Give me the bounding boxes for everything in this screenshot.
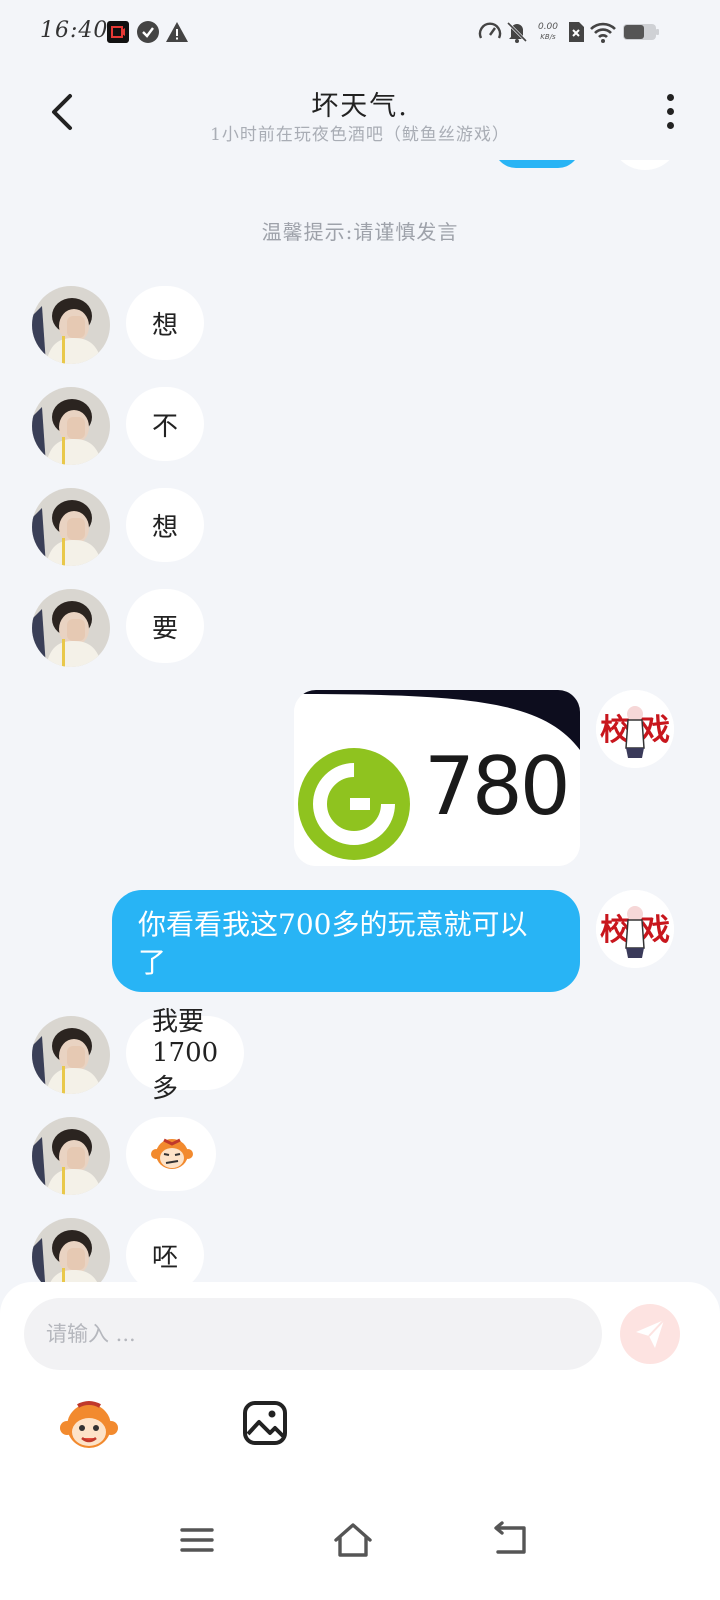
incoming-bubble[interactable]: 呸: [126, 1218, 205, 1292]
network-speed: 0.00 KB/s: [536, 22, 560, 42]
contact-status: 1小时前在玩夜色酒吧（鱿鱼丝游戏）: [210, 125, 510, 145]
image-button[interactable]: [242, 1400, 288, 1446]
menu-icon[interactable]: [174, 1520, 220, 1560]
speed-value: 0.00: [537, 22, 559, 32]
incoming-bubble[interactable]: 不: [126, 387, 205, 461]
contact-avatar[interactable]: [32, 1117, 110, 1195]
message-list[interactable]: 温馨提示:请谨慎发言 想 不 想 要 780 校 戏 你看看我这700多的玩意就…: [0, 160, 720, 1310]
outgoing-bubble[interactable]: 你看看我这700多的玩意就可以了: [112, 890, 580, 992]
check-circle-icon: [137, 21, 159, 43]
battery-icon: [623, 24, 659, 40]
monkey-face-sticker: [151, 1138, 193, 1169]
contact-avatar[interactable]: [32, 589, 110, 667]
status-time: 16:40: [40, 18, 109, 43]
my-avatar[interactable]: 校 戏: [596, 690, 674, 768]
image-message-number: 780: [424, 740, 571, 833]
wifi-icon: [590, 22, 616, 43]
my-avatar-partial: [610, 160, 680, 170]
bell-muted-icon: [506, 21, 528, 43]
send-icon: [636, 1319, 665, 1348]
sticker-bubble[interactable]: [126, 1117, 216, 1191]
outgoing-bubble-partial: [494, 160, 580, 168]
chat-header: 坏天气. 1小时前在玩夜色酒吧（鱿鱼丝游戏）: [0, 64, 720, 160]
back-icon[interactable]: [488, 1520, 534, 1560]
my-avatar[interactable]: 校 戏: [596, 890, 674, 968]
contact-avatar[interactable]: [32, 387, 110, 465]
contact-avatar[interactable]: [32, 488, 110, 566]
image-icon: [243, 1401, 287, 1445]
incoming-bubble[interactable]: 要: [126, 589, 205, 663]
safety-tip: 温馨提示:请谨慎发言: [261, 220, 459, 244]
home-icon[interactable]: [330, 1520, 376, 1560]
svg-text:校: 校: [600, 913, 630, 948]
avatar-logo-text: 校: [600, 713, 630, 748]
screen-record-icon: [107, 21, 129, 43]
speed-unit: KB/s: [540, 33, 556, 41]
incoming-bubble[interactable]: 我要1700多: [126, 1007, 245, 1104]
contact-name: 坏天气.: [311, 91, 409, 122]
sim-none-icon: [569, 22, 584, 42]
incoming-bubble[interactable]: 想: [126, 286, 205, 360]
emoji-button[interactable]: [60, 1400, 118, 1452]
contact-avatar[interactable]: [32, 286, 110, 364]
speedometer-icon: [478, 22, 502, 39]
monkey-emoji-icon: [60, 1401, 118, 1448]
incoming-bubble[interactable]: 想: [126, 488, 205, 562]
contact-avatar[interactable]: [32, 1016, 110, 1094]
image-message[interactable]: 780: [294, 690, 580, 866]
status-bar: 16:40 0.00 KB/s: [0, 0, 720, 64]
warning-icon: [166, 22, 188, 42]
message-input[interactable]: [24, 1298, 602, 1370]
system-nav-bar: [0, 1490, 720, 1600]
more-vertical-icon[interactable]: [660, 94, 680, 134]
send-button[interactable]: [620, 1304, 680, 1364]
